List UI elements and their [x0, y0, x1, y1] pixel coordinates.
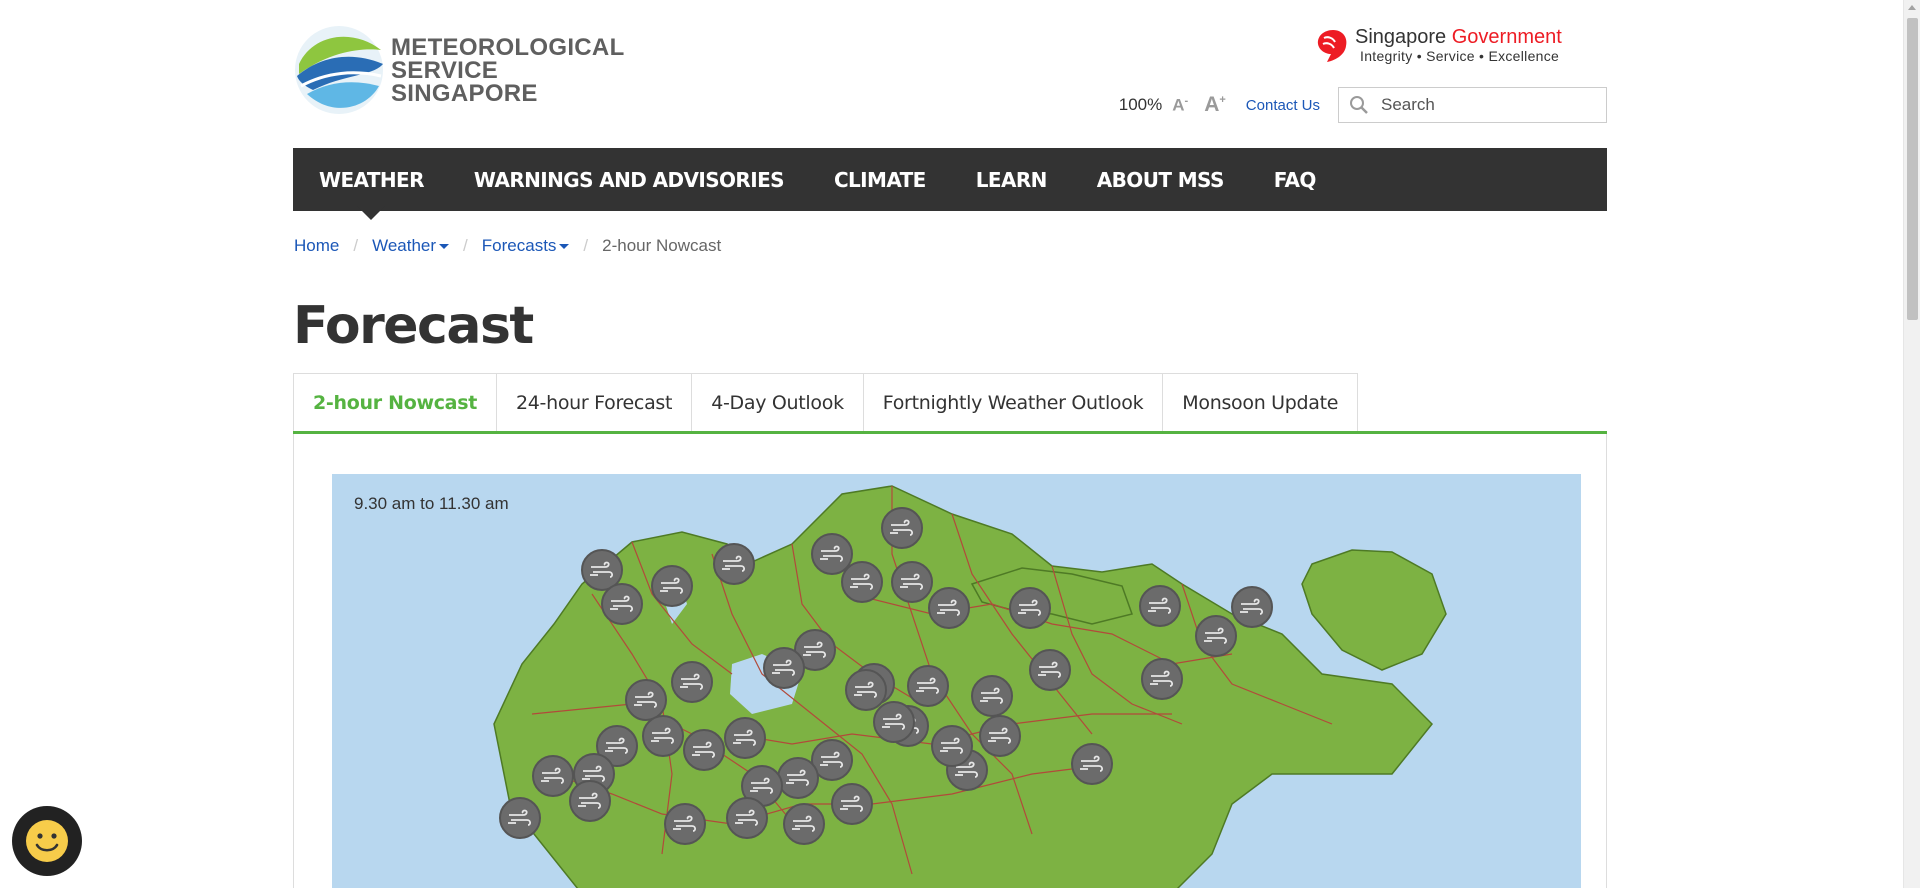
pulau-tekong-shape — [1301, 549, 1447, 671]
breadcrumb-separator: / — [463, 236, 468, 255]
caret-down-icon — [559, 244, 570, 250]
windy-icon[interactable] — [601, 583, 643, 625]
windy-icon[interactable] — [1231, 586, 1273, 628]
windy-icon[interactable] — [763, 647, 805, 689]
nav-weather[interactable]: WEATHER — [319, 168, 425, 220]
windy-icon[interactable] — [873, 701, 915, 743]
nowcast-panel: 9.30 am to 11.30 am — [293, 434, 1607, 888]
windy-icon[interactable] — [713, 543, 755, 585]
search-box[interactable] — [1338, 87, 1607, 123]
windy-icon[interactable] — [532, 755, 574, 797]
nav-about-mss[interactable]: ABOUT MSS — [1097, 168, 1225, 192]
feedback-widget-button[interactable] — [12, 806, 82, 876]
nowcast-map[interactable]: 9.30 am to 11.30 am — [332, 474, 1581, 888]
windy-icon[interactable] — [1029, 649, 1071, 691]
breadcrumb-separator: / — [353, 236, 359, 255]
gov-name: Singapore Government — [1355, 26, 1562, 49]
page-title: Forecast — [293, 296, 534, 356]
windy-icon[interactable] — [664, 803, 706, 845]
windy-icon[interactable] — [724, 717, 766, 759]
scroll-up-arrow-icon[interactable] — [1908, 5, 1916, 10]
windy-icon[interactable] — [831, 783, 873, 825]
smiley-face-icon — [26, 820, 68, 862]
breadcrumb-forecasts[interactable]: Forecasts — [482, 236, 570, 256]
windy-icon[interactable] — [569, 780, 611, 822]
mss-logo-text: Meteorological Service Singapore — [391, 34, 625, 107]
nav-faq[interactable]: FAQ — [1274, 168, 1317, 192]
breadcrumb-forecasts-label: Forecasts — [481, 236, 557, 255]
breadcrumb-separator: / — [583, 236, 589, 255]
breadcrumb: Home / Weather / Forecasts / 2-hour Nowc… — [294, 236, 721, 256]
font-increase-label: A — [1204, 93, 1220, 116]
scrollbar-thumb[interactable] — [1907, 18, 1918, 320]
tab-monsoon-update[interactable]: Monsoon Update — [1162, 373, 1359, 431]
search-icon — [1350, 96, 1368, 114]
windy-icon[interactable] — [671, 661, 713, 703]
contact-us-link[interactable]: Contact Us — [1246, 97, 1320, 114]
mss-logo-mark — [295, 26, 383, 114]
windy-icon[interactable] — [1009, 587, 1051, 629]
header-tools: 100% A- A+ Contact Us — [1119, 87, 1607, 123]
breadcrumb-weather-label: Weather — [372, 236, 437, 255]
windy-icon[interactable] — [979, 715, 1021, 757]
font-decrease-sup: - — [1184, 94, 1189, 107]
nav-warnings-and-advisories[interactable]: WARNINGS AND ADVISORIES — [474, 168, 785, 192]
windy-icon[interactable] — [683, 729, 725, 771]
windy-icon[interactable] — [1195, 615, 1237, 657]
gov-name-government: Government — [1451, 26, 1562, 48]
breadcrumb-weather[interactable]: Weather — [372, 236, 450, 256]
caret-down-icon — [439, 244, 450, 250]
windy-icon[interactable] — [1141, 658, 1183, 700]
nav-climate[interactable]: CLIMATE — [834, 168, 926, 192]
tab-fortnightly-weather-outlook[interactable]: Fortnightly Weather Outlook — [862, 373, 1164, 431]
windy-icon[interactable] — [841, 561, 883, 603]
main-nav: WEATHER WARNINGS AND ADVISORIES CLIMATE … — [293, 148, 1607, 220]
windy-icon[interactable] — [971, 675, 1013, 717]
lion-head-icon — [1317, 30, 1347, 62]
windy-icon[interactable] — [891, 561, 933, 603]
breadcrumb-home[interactable]: Home — [294, 236, 339, 256]
logo-line-1: Meteorological — [391, 34, 625, 61]
font-increase-button[interactable]: A+ — [1204, 93, 1226, 117]
zoom-level: 100% — [1118, 95, 1163, 114]
nav-learn[interactable]: LEARN — [976, 168, 1048, 192]
gov-tagline: Integrity • Service • Excellence — [1360, 48, 1560, 64]
breadcrumb-current: 2-hour Nowcast — [602, 236, 722, 255]
font-increase-sup: + — [1219, 94, 1226, 106]
windy-icon[interactable] — [777, 757, 819, 799]
forecast-tabs: 2-hour Nowcast 24-hour Forecast 4-Day Ou… — [293, 373, 1607, 434]
search-input[interactable] — [1381, 95, 1581, 115]
logo-line-2: Service — [391, 57, 499, 84]
windy-icon[interactable] — [642, 715, 684, 757]
windy-icon[interactable] — [1071, 743, 1113, 785]
tab-4-day-outlook[interactable]: 4-Day Outlook — [691, 373, 864, 431]
windy-icon[interactable] — [726, 797, 768, 839]
windy-icon[interactable] — [499, 797, 541, 839]
mss-logo[interactable]: Meteorological Service Singapore — [293, 24, 625, 118]
windy-icon[interactable] — [931, 725, 973, 767]
logo-line-3: Singapore — [391, 80, 538, 107]
windy-icon[interactable] — [928, 587, 970, 629]
font-decrease-label: A — [1172, 95, 1185, 115]
page-scrollbar[interactable] — [1903, 0, 1920, 888]
nowcast-time-range: 9.30 am to 11.30 am — [354, 494, 509, 513]
page-container: Meteorological Service Singapore Singapo… — [293, 0, 1607, 888]
tab-2-hour-nowcast[interactable]: 2-hour Nowcast — [293, 373, 497, 431]
tab-24-hour-forecast[interactable]: 24-hour Forecast — [495, 373, 693, 431]
windy-icon[interactable] — [783, 803, 825, 845]
font-decrease-button[interactable]: A- — [1172, 95, 1188, 116]
windy-icon[interactable] — [881, 507, 923, 549]
gov-name-singapore: Singapore — [1355, 26, 1447, 48]
windy-icon[interactable] — [651, 565, 693, 607]
windy-icon[interactable] — [907, 665, 949, 707]
windy-icon[interactable] — [1139, 585, 1181, 627]
singapore-government-logo[interactable]: Singapore Government Integrity • Service… — [1313, 26, 1603, 66]
